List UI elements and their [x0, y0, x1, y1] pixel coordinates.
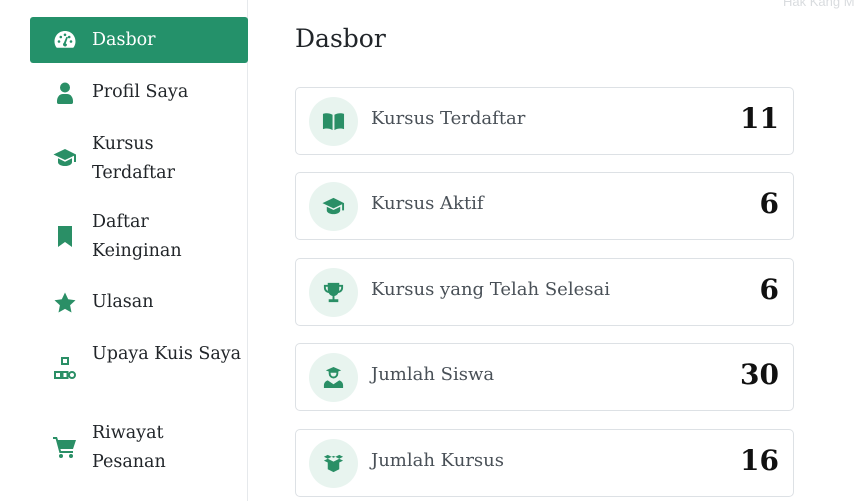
sidebar-item-label: Profil Saya: [92, 82, 189, 102]
sidebar-item-label: Daftar Keinginan: [92, 212, 182, 261]
sidebar-item-daftar-keinginan[interactable]: Daftar Keinginan: [30, 208, 248, 266]
sidebar-item-profil-saya[interactable]: Profil Saya: [30, 78, 248, 118]
user-icon: [52, 80, 78, 106]
stat-value: 6: [759, 187, 779, 220]
student-icon: [309, 353, 358, 402]
stat-card-jumlah-siswa: Jumlah Siswa 30: [295, 343, 794, 411]
stat-value: 30: [740, 358, 779, 391]
watermark-text: Hak Kang M: [783, 0, 855, 9]
sidebar-item-kursus-terdaftar[interactable]: Kursus Terdaftar: [30, 130, 248, 188]
cart-icon: [52, 434, 78, 460]
box-icon: [309, 439, 358, 488]
sidebar-item-label: Ulasan: [92, 292, 154, 312]
book-open-icon: [309, 97, 358, 146]
graduation-cap-icon: [309, 182, 358, 231]
sidebar-item-ulasan[interactable]: Ulasan: [30, 288, 248, 320]
trophy-icon: [309, 268, 358, 317]
stat-value: 6: [759, 273, 779, 306]
sidebar-item-dasbor[interactable]: Dasbor: [30, 17, 248, 63]
stat-label: Kursus yang Telah Selesai: [371, 279, 610, 300]
dashboard-icon: [52, 27, 78, 53]
stat-card-jumlah-kursus: Jumlah Kursus 16: [295, 429, 794, 497]
bookmark-icon: [52, 223, 78, 249]
sidebar-item-label: Dasbor: [92, 30, 156, 50]
sidebar-item-label: Riwayat Pesanan: [92, 423, 166, 472]
sidebar-item-label: Kursus Terdaftar: [92, 134, 175, 183]
stat-label: Jumlah Siswa: [371, 364, 495, 385]
sidebar-item-upaya-kuis-saya[interactable]: Upaya Kuis Saya: [30, 340, 248, 398]
sidebar: Dasbor Profil Saya Kursus Terdaftar Daft…: [0, 0, 248, 501]
stat-card-kursus-terdaftar: Kursus Terdaftar 11: [295, 87, 794, 155]
stat-value: 16: [740, 444, 779, 477]
shapes-icon: [52, 355, 78, 381]
graduation-cap-icon: [52, 145, 78, 171]
stat-value: 11: [740, 102, 779, 135]
sidebar-item-riwayat-pesanan[interactable]: Riwayat Pesanan: [30, 419, 248, 477]
stat-card-kursus-aktif: Kursus Aktif 6: [295, 172, 794, 240]
stat-label: Jumlah Kursus: [371, 450, 504, 471]
stat-label: Kursus Terdaftar: [371, 108, 526, 129]
sidebar-item-label: Upaya Kuis Saya: [92, 344, 242, 364]
stat-card-kursus-selesai: Kursus yang Telah Selesai 6: [295, 258, 794, 326]
star-icon: [52, 290, 78, 316]
stat-label: Kursus Aktif: [371, 193, 484, 214]
page-title: Dasbor: [295, 24, 386, 53]
